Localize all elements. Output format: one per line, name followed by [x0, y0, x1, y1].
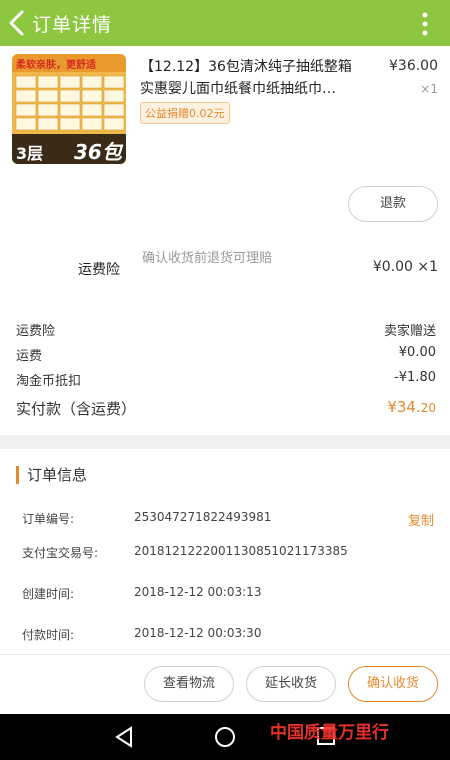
summary-value: ¥0.00: [398, 345, 436, 360]
charity-tag: 公益捐赠0.02元: [140, 102, 230, 124]
order-info-label: 订单编号:: [22, 512, 75, 526]
app-header: 订单详情: [0, 0, 450, 46]
summary-row-coins: 淘金币抵扣 -¥1.80: [16, 370, 436, 390]
summary-label: 运费: [16, 349, 43, 364]
order-info-value: 253047271822493981: [134, 510, 272, 524]
product-quantity: ×1: [420, 82, 438, 96]
product-title[interactable]: 【12.12】36包清沐纯子抽纸整箱实惠婴儿面巾纸餐巾纸抽纸巾…: [140, 56, 362, 100]
order-info-label: 付款时间:: [22, 628, 75, 642]
order-info-value: 2018-12-12 00:03:13: [134, 585, 262, 599]
back-arrow-icon[interactable]: [6, 9, 28, 37]
copy-order-number-button[interactable]: 复制: [408, 510, 434, 529]
order-info-value: 2018121222001130851021173385: [134, 544, 348, 558]
order-info-label: 支付宝交易号:: [22, 546, 99, 560]
insurance-price: ¥0.00 ×1: [372, 259, 438, 275]
summary-label: 运费险: [16, 324, 56, 339]
summary-value: 卖家赠送: [383, 324, 436, 339]
thumbnail-badge-packs: 36包: [74, 140, 122, 164]
order-info-value: 2018-12-12 00:03:30: [134, 626, 262, 640]
nav-home-icon[interactable]: [214, 726, 236, 748]
section-divider: [0, 435, 450, 449]
watermark-text: 中国质量万里行: [270, 723, 389, 743]
product-price: ¥36.00: [389, 58, 438, 74]
extend-receipt-button[interactable]: 延长收货: [246, 666, 336, 702]
product-thumbnail[interactable]: 柔软亲肤，更舒适 3层 36包: [12, 54, 126, 164]
insurance-label: 运费险: [78, 262, 120, 278]
confirm-receipt-button[interactable]: 确认收货: [348, 666, 438, 702]
product-item[interactable]: 柔软亲肤，更舒适 3层 36包 【12.12】36包清沐纯子抽纸整箱实惠婴儿面巾…: [0, 46, 450, 168]
thumbnail-badge-layers: 3层: [16, 144, 44, 163]
summary-row-insurance: 运费险 卖家赠送: [16, 320, 436, 340]
view-logistics-button[interactable]: 查看物流: [144, 666, 234, 702]
order-info-title: 订单信息: [16, 466, 87, 484]
total-value-main: ¥34.: [387, 398, 421, 416]
insurance-description: 确认收货前退货可理赔: [142, 251, 273, 266]
summary-row-shipping: 运费 ¥0.00: [16, 345, 436, 365]
refund-button[interactable]: 退款: [348, 186, 438, 222]
summary-label: 淘金币抵扣: [16, 374, 82, 389]
summary-row-total: 实付款（含运费） ¥34.20: [16, 398, 436, 422]
thumbnail-top-text: 柔软亲肤，更舒适: [16, 60, 96, 71]
nav-back-icon[interactable]: [114, 726, 134, 748]
order-info-label: 创建时间:: [22, 587, 75, 601]
action-bar: 查看物流 延长收货 确认收货: [0, 654, 450, 714]
more-options-icon[interactable]: [422, 12, 428, 36]
summary-value: -¥1.80: [394, 370, 436, 385]
page-title: 订单详情: [32, 14, 113, 36]
total-value-cents: 20: [420, 401, 436, 415]
total-label: 实付款（含运费）: [16, 400, 137, 418]
total-value: ¥34.20: [387, 398, 436, 416]
